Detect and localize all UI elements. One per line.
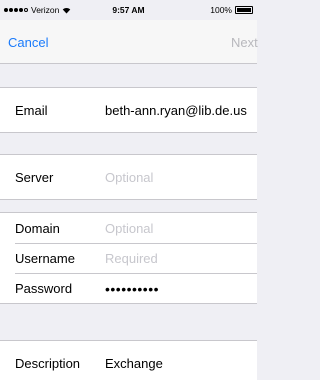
server-group: Server Optional — [0, 154, 257, 200]
battery-percentage: 100% — [210, 5, 232, 15]
email-row[interactable]: Email beth-ann.ryan@lib.de.us — [0, 88, 257, 132]
cancel-button[interactable]: Cancel — [8, 35, 48, 50]
status-bar: Verizon 9:57 AM 100% — [0, 0, 257, 20]
description-group: Description Exchange — [0, 340, 257, 380]
description-row[interactable]: Description Exchange — [0, 341, 257, 380]
password-label: Password — [15, 281, 73, 296]
username-row[interactable]: Username Required — [0, 243, 257, 273]
battery-icon — [235, 6, 253, 14]
domain-field[interactable]: Optional — [105, 221, 153, 236]
email-field[interactable]: beth-ann.ryan@lib.de.us — [105, 103, 247, 118]
battery-status: 100% — [210, 5, 253, 15]
description-label: Description — [15, 356, 81, 371]
server-row[interactable]: Server Optional — [0, 155, 257, 199]
description-field[interactable]: Exchange — [105, 356, 163, 371]
username-label: Username — [15, 251, 75, 266]
password-field[interactable]: •••••••••• — [105, 281, 159, 297]
battery-level-fill — [237, 8, 251, 12]
next-button[interactable]: Next — [231, 35, 258, 50]
email-label: Email — [15, 103, 48, 118]
credentials-group: Domain Optional Username Required Passwo… — [0, 212, 257, 304]
email-group: Email beth-ann.ryan@lib.de.us — [0, 87, 257, 133]
navigation-bar: Cancel Next — [0, 20, 258, 64]
server-label: Server — [15, 170, 54, 185]
domain-row[interactable]: Domain Optional — [0, 213, 257, 243]
password-row[interactable]: Password •••••••••• — [0, 273, 257, 303]
exchange-account-setup-screen: Verizon 9:57 AM 100% Cancel Next Email b… — [0, 0, 258, 380]
domain-label: Domain — [15, 221, 60, 236]
server-field[interactable]: Optional — [105, 170, 153, 185]
username-field[interactable]: Required — [105, 251, 158, 266]
